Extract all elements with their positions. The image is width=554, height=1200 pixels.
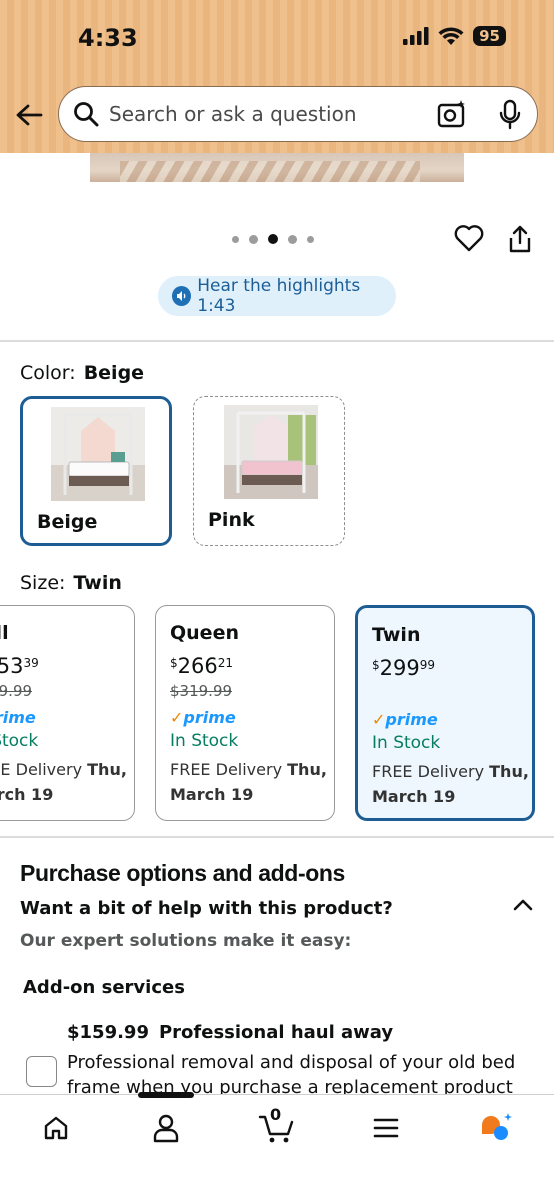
size-name: Queen: [170, 622, 239, 644]
image-carousel-dots: [232, 234, 314, 244]
carousel-dot: [288, 234, 297, 244]
status-time: 4:33: [78, 24, 138, 52]
addon-price: $159.99: [67, 1022, 149, 1043]
color-swatch-label: Pink: [208, 509, 255, 531]
size-price: $29999: [372, 656, 436, 680]
prime-badge: ✓prime: [372, 710, 438, 729]
purchase-options-title: Purchase options and add-ons: [20, 860, 345, 886]
product-page: 4:33 95 Hear the highlights: [0, 0, 554, 1200]
color-swatch-label: Beige: [37, 511, 98, 533]
color-label-row: Color: Beige: [20, 362, 144, 384]
carousel-dot-active: [268, 234, 278, 244]
hear-highlights-label: Hear the highlights 1:43: [197, 276, 361, 316]
color-swatch-pink[interactable]: Pink: [193, 396, 345, 546]
microphone-icon[interactable]: [498, 99, 522, 131]
cart-count: 0: [270, 1105, 282, 1124]
active-tab-indicator: [138, 1092, 194, 1098]
carousel-dot: [232, 235, 239, 243]
size-list-price: [372, 684, 532, 704]
stock-status: In Stock: [372, 733, 441, 753]
addon-name: Professional haul away: [158, 1022, 394, 1043]
prime-badge: ✓prime: [0, 708, 36, 727]
delivery-info: FREE Delivery Thu, March 19: [372, 762, 529, 806]
header: 4:33 95: [0, 0, 554, 153]
menu-icon: [373, 1118, 399, 1138]
size-list-price: $289.99: [0, 682, 33, 700]
help-question[interactable]: Want a bit of help with this product?: [20, 898, 393, 919]
addon-checkbox[interactable]: [26, 1056, 57, 1087]
color-label: Color:: [20, 362, 76, 384]
tab-rufus-assistant[interactable]: [476, 1111, 516, 1145]
chevron-up-icon: [513, 899, 533, 911]
wishlist-button[interactable]: [454, 224, 484, 257]
color-swatch-beige[interactable]: Beige: [20, 396, 172, 546]
size-price: $25339: [0, 654, 39, 678]
assistant-icon: [482, 1113, 512, 1140]
size-label: Size:: [20, 572, 66, 594]
prime-badge: ✓prime: [170, 708, 236, 727]
stock-status: In Stock: [170, 731, 239, 751]
delivery-info: FREE Delivery Thu, March 19: [0, 760, 127, 804]
size-price: $26621: [170, 654, 234, 678]
wifi-icon: [438, 26, 464, 45]
help-subtitle: Our expert solutions make it easy:: [20, 931, 352, 951]
size-option-twin[interactable]: Twin $29999 ✓prime In Stock FREE Deliver…: [355, 605, 535, 821]
size-option-full[interactable]: Full $25339 $289.99 ✓prime In Stock FREE…: [0, 605, 135, 821]
heart-icon: [454, 225, 484, 252]
addon-services-title: Add-on services: [23, 977, 185, 998]
size-name: Twin: [372, 624, 421, 646]
size-label-row: Size: Twin: [20, 572, 122, 594]
selected-size: Twin: [73, 572, 122, 594]
camera-search-icon[interactable]: [437, 99, 467, 129]
tab-cart[interactable]: 0: [256, 1105, 296, 1145]
tab-menu[interactable]: [366, 1111, 406, 1145]
home-icon: [44, 1116, 68, 1140]
status-indicators: 95: [403, 26, 506, 46]
hear-highlights-button[interactable]: Hear the highlights 1:43: [158, 276, 396, 316]
tab-home[interactable]: [36, 1111, 76, 1145]
selected-color: Beige: [83, 362, 145, 384]
collapse-button[interactable]: [512, 897, 534, 918]
size-option-queen[interactable]: Queen $26621 $319.99 ✓prime In Stock FRE…: [155, 605, 335, 821]
user-icon: [153, 1114, 179, 1143]
product-image[interactable]: [90, 153, 464, 182]
search-bar[interactable]: [58, 86, 538, 142]
carousel-dot: [249, 234, 258, 244]
bed-thumbnail-pink: [224, 405, 318, 499]
battery-indicator: 95: [473, 26, 506, 46]
section-divider: [0, 340, 554, 342]
share-button[interactable]: [507, 224, 533, 259]
addon-price-row: $159.99 Professional haul away: [67, 1022, 393, 1043]
carousel-dot: [307, 235, 314, 243]
arrow-left-icon: [16, 104, 43, 126]
signal-icon: [403, 27, 429, 45]
search-icon: [74, 102, 99, 127]
back-button[interactable]: [12, 99, 46, 131]
bed-thumbnail-beige: [51, 407, 145, 501]
size-name: Full: [0, 622, 9, 644]
search-input[interactable]: [109, 102, 429, 126]
stock-status: In Stock: [0, 731, 39, 751]
audio-icon: [172, 286, 192, 306]
share-icon: [509, 225, 531, 253]
tab-account[interactable]: [146, 1111, 186, 1145]
bottom-tab-bar: 0: [0, 1092, 554, 1200]
section-divider: [0, 836, 554, 838]
delivery-info: FREE Delivery Thu, March 19: [170, 760, 327, 804]
size-list-price: $319.99: [170, 682, 233, 700]
